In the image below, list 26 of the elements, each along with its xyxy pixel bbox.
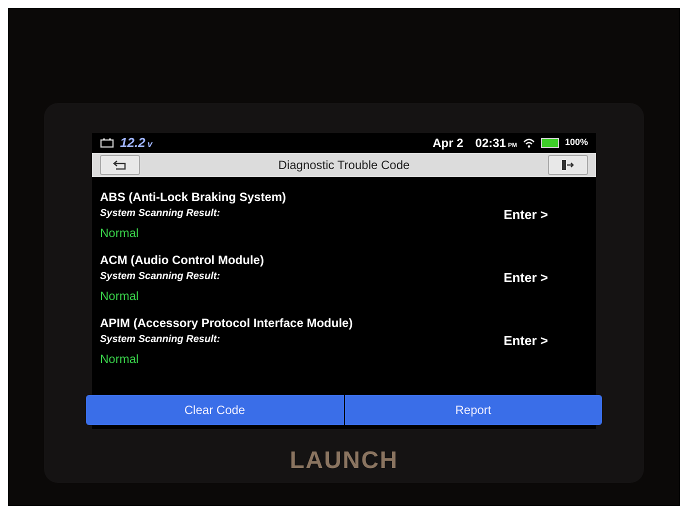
- system-name: APIM (Accessory Protocol Interface Module): [100, 314, 354, 332]
- back-arrow-icon: [112, 159, 128, 171]
- result-status: Normal: [100, 288, 140, 304]
- action-button[interactable]: Report: [344, 395, 602, 425]
- battery-percent: 100%: [564, 136, 588, 150]
- enter-button[interactable]: Enter >: [504, 204, 548, 224]
- exit-door-icon: [561, 159, 575, 171]
- wifi-icon: [522, 138, 535, 148]
- enter-button[interactable]: Enter >: [504, 330, 548, 350]
- result-label: System Scanning Result:: [100, 332, 222, 346]
- back-button[interactable]: [100, 155, 140, 175]
- system-name: ABS (Anti-Lock Braking System): [100, 188, 288, 206]
- result-status: Normal: [100, 350, 140, 368]
- battery-meter: [540, 138, 559, 148]
- date-text: Apr 2: [432, 135, 464, 152]
- result-label: System Scanning Result:: [100, 206, 222, 220]
- window-title: Diagnostic Trouble Code: [277, 157, 411, 174]
- result-status: Normal: [100, 224, 140, 242]
- brand-logo: LAUNCH: [290, 446, 398, 476]
- result-label: System Scanning Result:: [100, 270, 222, 284]
- battery-icon: [100, 138, 114, 148]
- voltage-reading: 12.2 v: [120, 134, 152, 152]
- action-button[interactable]: Clear Code: [86, 395, 344, 425]
- system-name: ACM (Audio Control Module): [100, 252, 265, 268]
- exit-button[interactable]: [548, 155, 588, 175]
- enter-button[interactable]: Enter >: [504, 268, 548, 288]
